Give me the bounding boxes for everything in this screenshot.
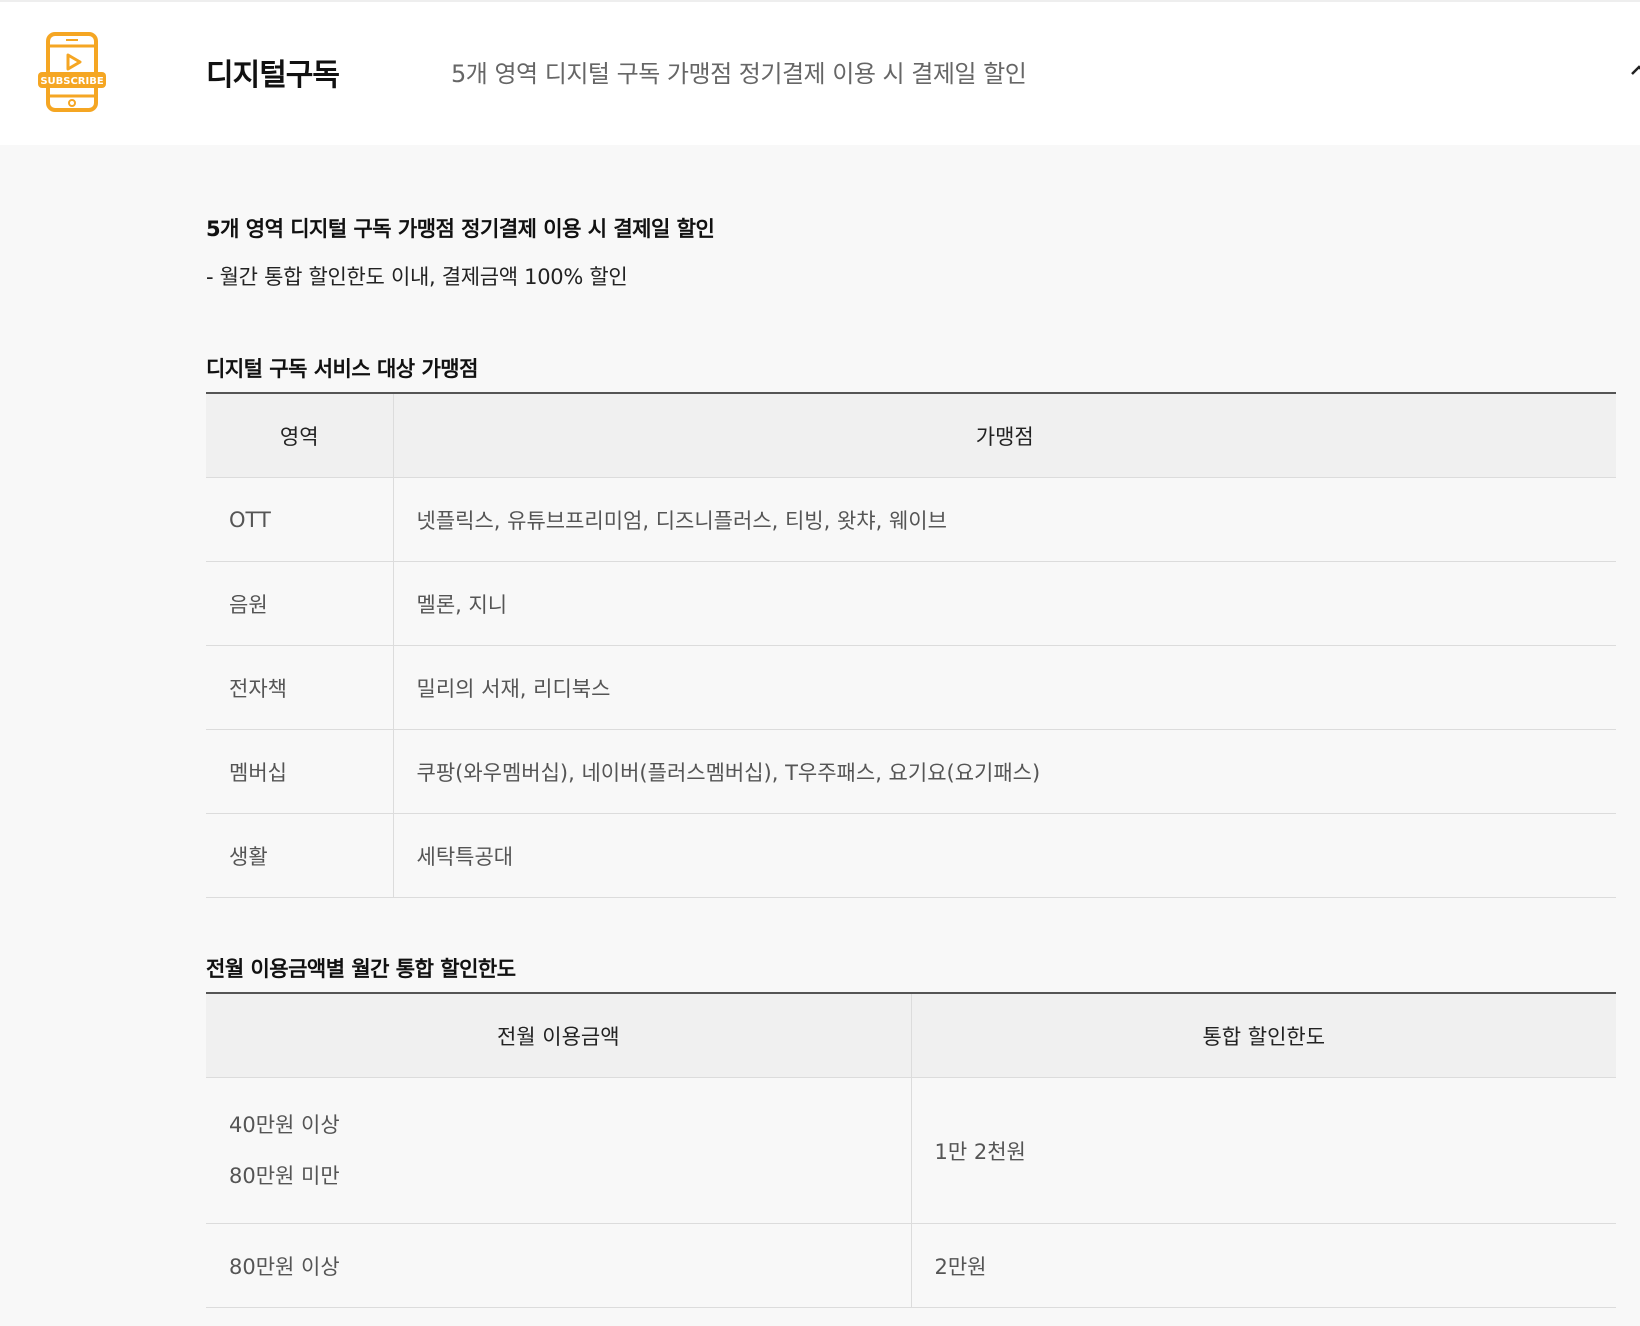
column-header-merchant: 가맹점 (393, 393, 1616, 478)
table-row: 전자책 밀리의 서재, 리디북스 (206, 645, 1616, 730)
area-cell: 생활 (206, 813, 394, 898)
benefit-title: 디지털구독 (206, 58, 340, 93)
area-cell: 음원 (206, 561, 394, 646)
benefit-header[interactable]: SUBSCRIBE 디지털구독 5개 영역 디지털 구독 가맹점 정기결제 이용… (0, 0, 1640, 145)
table-header-row: 영역 가맹점 (206, 393, 1616, 478)
benefit-description: 5개 영역 디지털 구독 가맹점 정기결제 이용 시 결제일 할인 (451, 60, 1027, 88)
table-row: 음원 멜론, 지니 (206, 561, 1616, 646)
merchant-cell: 넷플릭스, 유튜브프리미엄, 디즈니플러스, 티빙, 왓챠, 웨이브 (393, 477, 1616, 562)
limit-cell: 2만원 (911, 1223, 1616, 1308)
merchant-cell: 세탁특공대 (393, 813, 1616, 898)
column-header-area: 영역 (206, 393, 394, 478)
merchant-cell: 멜론, 지니 (393, 561, 1616, 646)
table-row: OTT 넷플릭스, 유튜브프리미엄, 디즈니플러스, 티빙, 왓챠, 웨이브 (206, 477, 1616, 562)
table-row: 80만원 이상 2만원 (206, 1223, 1616, 1308)
logo-text: SUBSCRIBE (40, 76, 104, 87)
limits-table: 전월 이용금액 통합 할인한도 40만원 이상 80만원 미만 1만 2천원 8… (206, 992, 1616, 1308)
amount-max: 80만원 미만 (229, 1163, 340, 1188)
area-cell: 멤버십 (206, 729, 394, 814)
subscribe-phone-icon: SUBSCRIBE (38, 32, 106, 112)
amount-cell: 40만원 이상 80만원 미만 (206, 1077, 912, 1224)
summary-title: 5개 영역 디지털 구독 가맹점 정기결제 이용 시 결제일 할인 (206, 217, 715, 241)
merchants-table: 영역 가맹점 OTT 넷플릭스, 유튜브프리미엄, 디즈니플러스, 티빙, 왓챠… (206, 392, 1616, 898)
summary-description: - 월간 통합 할인한도 이내, 결제금액 100% 할인 (206, 265, 628, 289)
chevron-up-icon[interactable] (1626, 60, 1640, 80)
amount-cell: 80만원 이상 (206, 1223, 912, 1308)
area-cell: OTT (206, 477, 394, 562)
limits-section-title: 전월 이용금액별 월간 통합 할인한도 (206, 957, 516, 981)
limit-cell: 1만 2천원 (911, 1077, 1616, 1224)
column-header-prev-month-amount: 전월 이용금액 (206, 993, 912, 1078)
area-cell: 전자책 (206, 645, 394, 730)
merchants-section-title: 디지털 구독 서비스 대상 가맹점 (206, 357, 478, 381)
amount-min: 40만원 이상 (229, 1112, 340, 1137)
table-row: 생활 세탁특공대 (206, 813, 1616, 898)
merchant-cell: 쿠팡(와우멤버십), 네이버(플러스멤버십), T우주패스, 요기요(요기패스) (393, 729, 1616, 814)
merchant-cell: 밀리의 서재, 리디북스 (393, 645, 1616, 730)
column-header-discount-limit: 통합 할인한도 (911, 993, 1616, 1078)
table-row: 40만원 이상 80만원 미만 1만 2천원 (206, 1077, 1616, 1224)
table-row: 멤버십 쿠팡(와우멤버십), 네이버(플러스멤버십), T우주패스, 요기요(요… (206, 729, 1616, 814)
table-header-row: 전월 이용금액 통합 할인한도 (206, 993, 1616, 1078)
